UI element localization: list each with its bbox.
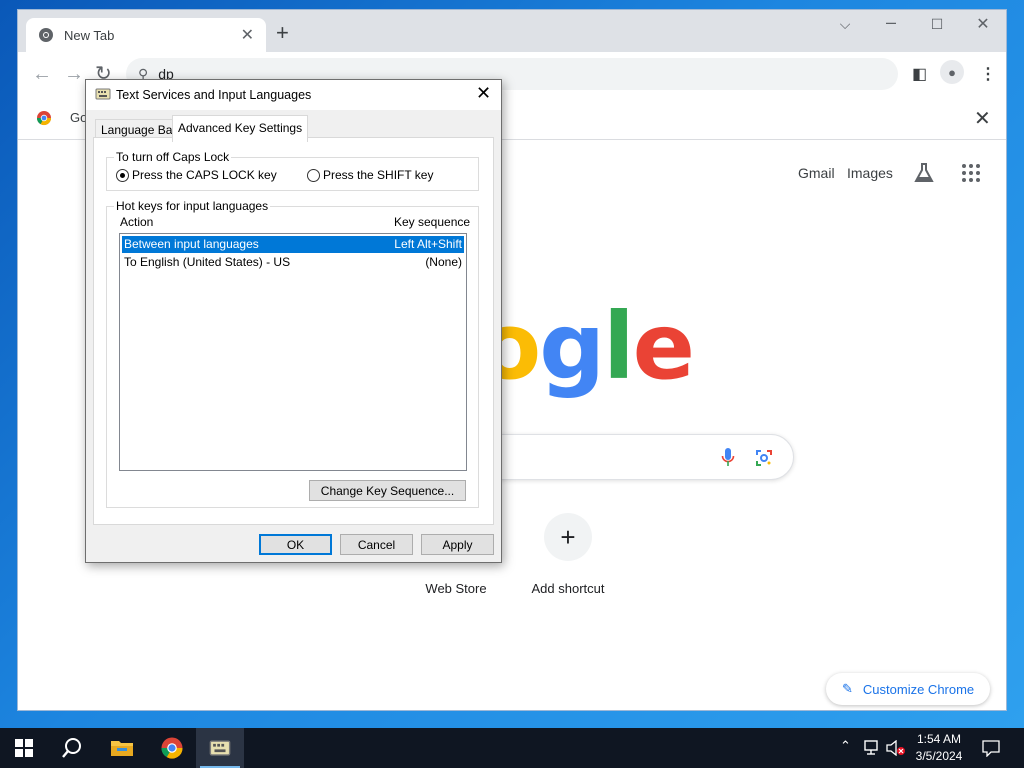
dialog-title-bar: Text Services and Input Languages ✕ (86, 80, 501, 110)
minimize-button[interactable]: – (868, 12, 914, 33)
shortcut-add[interactable]: + Add shortcut (518, 513, 618, 596)
shortcut-label: Web Store (425, 581, 487, 596)
hotkeys-list[interactable]: Between input languages Left Alt+Shift T… (119, 233, 467, 471)
tab-advanced-key-settings[interactable]: Advanced Key Settings (172, 115, 309, 142)
caps-lock-radio[interactable]: Press the CAPS LOCK key (116, 168, 277, 182)
logo-letter-g: g (539, 293, 605, 400)
folder-icon (111, 741, 133, 756)
shift-key-radio[interactable]: Press the SHIFT key (307, 168, 433, 182)
chrome-logo-icon (161, 737, 183, 759)
notifications-icon[interactable] (982, 739, 1000, 757)
system-clock[interactable]: 1:54 AM 3/5/2024 (906, 731, 972, 765)
change-key-sequence-button[interactable]: Change Key Sequence... (309, 480, 466, 501)
column-action: Action (120, 215, 154, 229)
tab-new-tab[interactable]: New Tab ✕ (26, 18, 266, 52)
dialog-title: Text Services and Input Languages (116, 88, 312, 102)
side-panel-icon[interactable]: ◧ (912, 64, 927, 84)
images-link[interactable]: Images (847, 165, 893, 181)
gmail-link[interactable]: Gmail (798, 165, 835, 181)
list-item[interactable]: To English (United States) - US (None) (122, 254, 464, 271)
radio-selected-icon (116, 168, 129, 182)
key-cell: (None) (425, 255, 462, 269)
labs-flask-icon[interactable] (912, 161, 936, 185)
volume-muted-icon[interactable] (886, 740, 906, 756)
voice-search-icon[interactable] (721, 447, 735, 469)
radio-unselected-icon (307, 168, 320, 182)
profile-avatar-icon[interactable]: ● (940, 60, 964, 84)
apply-button[interactable]: Apply (421, 534, 494, 555)
show-hidden-icons[interactable]: ⌃ (840, 738, 851, 754)
text-services-taskbar-button[interactable] (196, 728, 244, 768)
start-button[interactable] (0, 728, 48, 768)
shortcut-label: Add shortcut (531, 581, 605, 596)
maximize-button[interactable]: ☐ (914, 16, 960, 33)
ok-button[interactable]: OK (259, 534, 332, 555)
infobar-close-icon[interactable]: ✕ (974, 106, 991, 131)
action-cell: To English (United States) - US (124, 255, 291, 269)
forward-icon[interactable]: → (64, 64, 84, 84)
chrome-favicon-icon (39, 28, 53, 42)
windows-logo-icon (15, 739, 33, 757)
key-cell: Left Alt+Shift (394, 237, 462, 251)
tab-strip: New Tab ✕ + ⌵ – ☐ ✕ (18, 10, 1006, 52)
dialog-close-button[interactable]: ✕ (476, 83, 491, 104)
new-tab-button[interactable]: + (276, 22, 289, 44)
action-cell: Between input languages (124, 237, 259, 251)
file-explorer-button[interactable] (98, 728, 146, 768)
text-services-dialog: Text Services and Input Languages ✕ Lang… (85, 79, 502, 563)
pencil-icon: ✎ (842, 681, 853, 696)
tab-close-icon[interactable]: ✕ (241, 25, 254, 45)
google-logo: ogle (478, 301, 695, 393)
chrome-taskbar-button[interactable] (148, 728, 196, 768)
search-button[interactable] (48, 728, 96, 768)
customize-chrome-button[interactable]: ✎ Customize Chrome (826, 673, 991, 705)
column-key-sequence: Key sequence (394, 215, 471, 229)
google-apps-icon[interactable] (962, 164, 980, 182)
logo-letter-l: l (603, 293, 635, 400)
hotkeys-group-label: Hot keys for input languages (114, 199, 271, 213)
logo-letter-e: e (632, 293, 695, 400)
clock-date: 3/5/2024 (915, 749, 963, 763)
shift-key-radio-label: Press the SHIFT key (323, 168, 434, 182)
chrome-logo-icon (36, 111, 52, 126)
menu-icon[interactable]: ⋮ (980, 64, 996, 84)
close-window-button[interactable]: ✕ (960, 14, 1006, 34)
tab-title: New Tab (64, 27, 115, 43)
caps-lock-radio-label: Press the CAPS LOCK key (132, 168, 277, 182)
clock-time: 1:54 AM (916, 732, 962, 746)
cancel-button[interactable]: Cancel (340, 534, 413, 555)
search-icon (62, 738, 81, 758)
caps-lock-group-label: To turn off Caps Lock (114, 150, 232, 164)
back-icon[interactable]: ← (32, 64, 52, 84)
keyboard-icon (95, 88, 111, 100)
taskbar: ⌃ 1:54 AM 3/5/2024 (0, 728, 1024, 768)
keyboard-icon (209, 740, 231, 756)
plus-icon: + (544, 513, 592, 561)
list-item[interactable]: Between input languages Left Alt+Shift (121, 235, 465, 254)
lens-search-icon[interactable] (755, 449, 773, 467)
customize-label: Customize Chrome (862, 681, 975, 697)
network-icon[interactable] (862, 740, 880, 756)
tab-search-icon[interactable]: ⌵ (822, 16, 868, 33)
